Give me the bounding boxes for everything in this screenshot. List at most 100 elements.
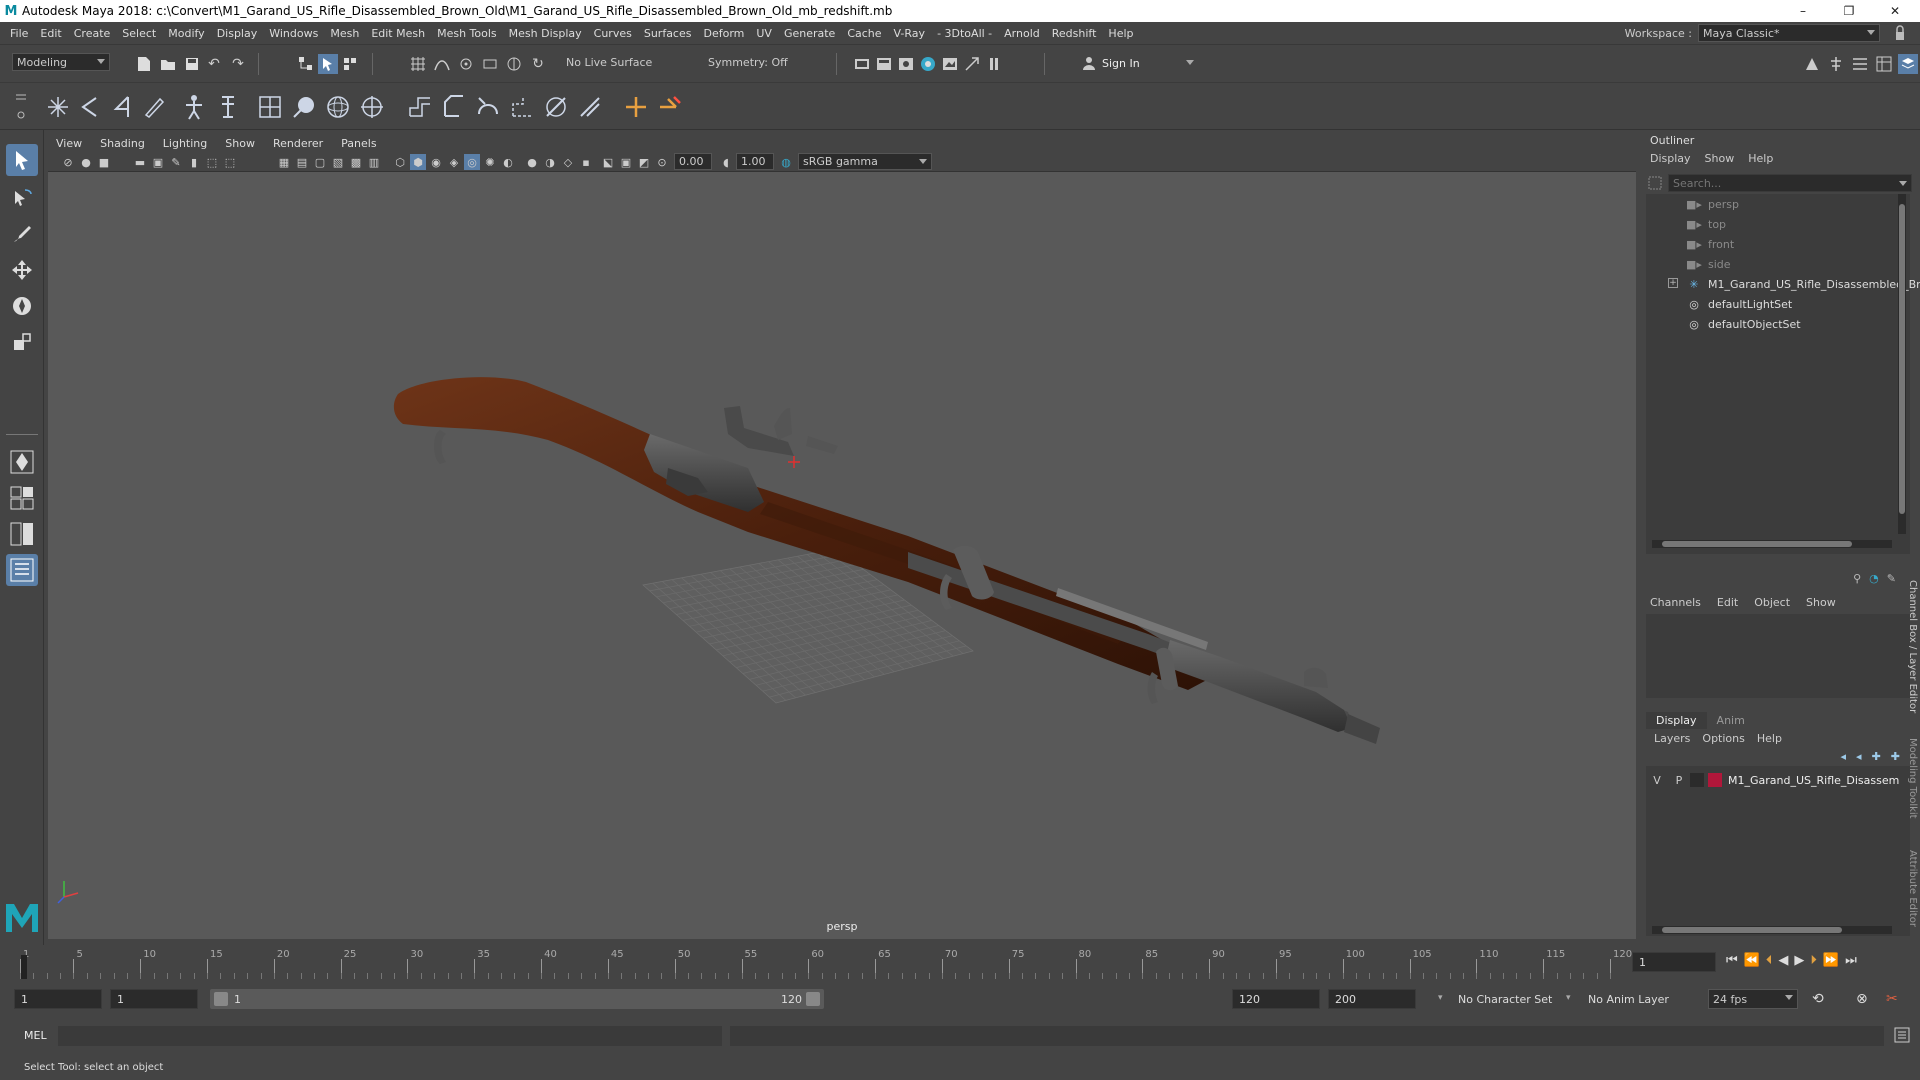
redo-icon[interactable]: ↷: [228, 54, 248, 74]
menu-3dtoall[interactable]: - 3DtoAll -: [931, 27, 998, 40]
menu-select[interactable]: Select: [116, 27, 162, 40]
outliner-menu-show[interactable]: Show: [1705, 152, 1735, 165]
play-forwards-icon[interactable]: ▶: [1794, 953, 1804, 968]
workspace-dropdown[interactable]: Maya Classic*: [1698, 24, 1880, 42]
smooth-shade-icon[interactable]: ▤: [294, 154, 310, 170]
append-polygon-icon[interactable]: [508, 93, 536, 121]
resolution-gate-icon[interactable]: ⬚: [222, 154, 238, 170]
maximize-button[interactable]: ❐: [1826, 0, 1872, 22]
select-hierarchy-icon[interactable]: [296, 54, 316, 74]
snap-grid-icon[interactable]: [408, 54, 428, 74]
anim-prefs-icon[interactable]: ✂: [1886, 991, 1898, 1007]
menu-deform[interactable]: Deform: [697, 27, 750, 40]
overscan-icon[interactable]: ◩: [636, 154, 652, 170]
sign-in-dropdown[interactable]: Sign In: [1082, 53, 1198, 73]
mel-label[interactable]: MEL: [24, 1029, 47, 1042]
menu-redshift[interactable]: Redshift: [1046, 27, 1103, 40]
motion-blur-icon[interactable]: ✺: [482, 154, 498, 170]
offset-edge-loop-icon[interactable]: [576, 93, 604, 121]
channel-box-sync-icon[interactable]: ◔: [1869, 572, 1879, 585]
field-chart-icon[interactable]: ▪: [578, 154, 594, 170]
menu-set-dropdown[interactable]: Modeling: [12, 53, 110, 71]
textured-icon[interactable]: ▧: [330, 154, 346, 170]
menu-arnold[interactable]: Arnold: [998, 27, 1046, 40]
channel-menu-channels[interactable]: Channels: [1650, 596, 1701, 609]
channel-box-edit-icon[interactable]: ✎: [1887, 572, 1896, 585]
symmetry-dropdown[interactable]: Symmetry: Off: [704, 53, 804, 71]
new-layer-selected-icon[interactable]: ✚: [1872, 750, 1881, 763]
side-tab-modeling-toolkit[interactable]: Modeling Toolkit: [1904, 738, 1918, 838]
step-back-key-icon[interactable]: ⏪: [1744, 953, 1760, 968]
outliner-item-default-light-set[interactable]: ◎ defaultLightSet: [1686, 294, 1792, 314]
move-tool-icon[interactable]: [6, 254, 38, 286]
layer-menu-options[interactable]: Options: [1702, 732, 1744, 745]
current-time-indicator[interactable]: [21, 955, 27, 979]
four-view-layout-icon[interactable]: [6, 482, 38, 514]
menu-curves[interactable]: Curves: [588, 27, 638, 40]
layer-menu-help[interactable]: Help: [1757, 732, 1782, 745]
redshift-render-icon[interactable]: [962, 54, 982, 74]
channel-layer-editor-toggle-icon[interactable]: [1898, 54, 1918, 74]
snap-view-plane-icon[interactable]: [480, 54, 500, 74]
menu-help[interactable]: Help: [1102, 27, 1139, 40]
isolate-select-icon[interactable]: ⬡: [392, 154, 408, 170]
lasso-tool-icon[interactable]: [6, 182, 38, 214]
layer-h-scrollbar[interactable]: [1652, 926, 1892, 934]
animation-start-field[interactable]: 1: [14, 989, 102, 1009]
outliner-menu-display[interactable]: Display: [1650, 152, 1691, 165]
go-to-end-icon[interactable]: ⏭: [1845, 953, 1857, 968]
undo-icon[interactable]: ↶: [204, 54, 224, 74]
range-bar[interactable]: 1 120: [210, 989, 824, 1009]
outliner-item-default-object-set[interactable]: ◎ defaultObjectSet: [1686, 314, 1800, 334]
gamma-icon[interactable]: ◖: [718, 154, 734, 170]
menu-edit[interactable]: Edit: [34, 27, 67, 40]
step-forward-frame-icon[interactable]: ⏵: [1810, 953, 1817, 968]
extrude-icon[interactable]: [406, 93, 434, 121]
live-surface-field[interactable]: No Live Surface: [562, 53, 674, 71]
outliner-item-top[interactable]: ■▸ top: [1686, 214, 1726, 234]
snap-live-icon[interactable]: [504, 54, 524, 74]
outliner-filter-icon[interactable]: [1648, 176, 1664, 192]
menu-surfaces[interactable]: Surfaces: [638, 27, 698, 40]
camera-select-icon[interactable]: ●: [78, 154, 94, 170]
layer-color-swatch[interactable]: [1708, 773, 1722, 787]
image-plane-icon[interactable]: ▬: [132, 154, 148, 170]
time-slider[interactable]: 1510152025303540455055606570758085909510…: [0, 945, 1920, 979]
xray-icon[interactable]: ⬢: [410, 154, 426, 170]
bevel-icon[interactable]: [440, 93, 468, 121]
save-scene-icon[interactable]: [182, 54, 202, 74]
playback-end-field[interactable]: 120: [1232, 989, 1320, 1009]
menu-mesh-tools[interactable]: Mesh Tools: [431, 27, 503, 40]
layer-row[interactable]: V P M1_Garand_US_Rifle_Disassem: [1646, 770, 1910, 790]
viewport-panel[interactable]: View Shading Lighting Show Renderer Pane…: [48, 134, 1636, 939]
vp-menu-show[interactable]: Show: [225, 137, 255, 150]
range-start-handle[interactable]: [214, 992, 228, 1006]
channel-menu-edit[interactable]: Edit: [1717, 596, 1738, 609]
render-view-icon[interactable]: [940, 54, 960, 74]
target-weld-icon[interactable]: [622, 93, 650, 121]
menu-cache[interactable]: Cache: [841, 27, 887, 40]
poly-sphere-icon[interactable]: [324, 93, 352, 121]
2d-pan-zoom-icon[interactable]: ▣: [150, 154, 166, 170]
outliner-item-front[interactable]: ■▸ front: [1686, 234, 1734, 254]
insert-edge-loop-icon[interactable]: [542, 93, 570, 121]
open-scene-icon[interactable]: [158, 54, 178, 74]
poly-cylinder-icon[interactable]: [358, 93, 386, 121]
channel-box-toggle-icon[interactable]: [1874, 54, 1894, 74]
joint-tool-icon[interactable]: [180, 93, 208, 121]
curve-cv-icon[interactable]: [76, 93, 104, 121]
wireframe-on-shaded-icon[interactable]: ▢: [312, 154, 328, 170]
hud-icon[interactable]: ◑: [542, 154, 558, 170]
grease-pencil-icon[interactable]: ✎: [168, 154, 184, 170]
paint-select-tool-icon[interactable]: [6, 218, 38, 250]
anim-layer-label[interactable]: No Anim Layer: [1588, 993, 1669, 1006]
select-object-icon[interactable]: [318, 54, 338, 74]
layer-visibility-toggle[interactable]: V: [1646, 774, 1668, 787]
animation-end-field[interactable]: 200: [1328, 989, 1416, 1009]
new-scene-icon[interactable]: [134, 54, 154, 74]
playback-start-field[interactable]: 1: [110, 989, 198, 1009]
time-ticks[interactable]: 1510152025303540455055606570758085909510…: [20, 945, 1632, 979]
menu-vray[interactable]: V-Ray: [888, 27, 932, 40]
layer-tab-display[interactable]: Display: [1646, 712, 1707, 729]
sculpt-sphere-icon[interactable]: [290, 93, 318, 121]
